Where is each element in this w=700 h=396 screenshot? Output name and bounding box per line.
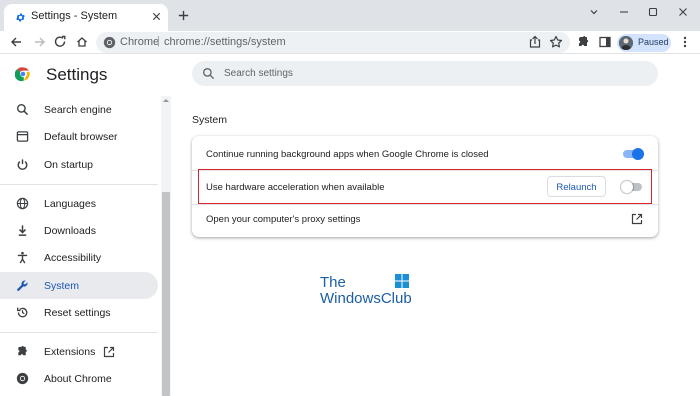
sidebar-item-search-engine[interactable]: Search engine xyxy=(0,96,158,123)
browser-toolbar: Chrome | chrome://settings/system Paused xyxy=(0,31,700,54)
profile-button[interactable]: Paused xyxy=(617,34,671,52)
sidebar-item-extensions[interactable]: Extensions xyxy=(0,338,158,365)
tab-strip: Settings - System xyxy=(0,0,700,31)
sidebar-item-label: Languages xyxy=(44,198,96,210)
back-icon[interactable] xyxy=(9,35,23,49)
sidebar-item-system[interactable]: System xyxy=(0,272,158,299)
sidebar-item-accessibility[interactable]: Accessibility xyxy=(0,244,158,271)
globe-icon xyxy=(16,197,29,210)
sidebar-item-default-browser[interactable]: Default browser xyxy=(0,123,158,150)
background-apps-toggle[interactable] xyxy=(622,148,644,160)
page-title: Settings xyxy=(46,65,108,84)
toggle-knob xyxy=(632,148,644,160)
extensions-icon[interactable] xyxy=(576,35,590,49)
sidebar-item-reset-settings[interactable]: Reset settings xyxy=(0,299,158,326)
url-text[interactable]: chrome://settings/system xyxy=(164,36,286,48)
sidebar-item-label: About Chrome xyxy=(44,373,112,385)
more-menu-icon[interactable] xyxy=(678,35,692,49)
sidebar-item-label: Extensions xyxy=(44,346,96,358)
accessibility-icon xyxy=(17,251,28,264)
settings-sidebar: Search engine Default browser On startup… xyxy=(0,96,172,396)
sidebar-item-label: On startup xyxy=(44,159,94,171)
reload-icon[interactable] xyxy=(53,35,67,49)
sidebar-item-label: System xyxy=(44,280,80,292)
close-window-icon[interactable] xyxy=(676,5,690,19)
avatar-photo-icon xyxy=(619,36,633,50)
sidebar-item-label: Accessibility xyxy=(44,252,102,264)
chrome-logo-icon xyxy=(15,67,30,82)
tab-settings[interactable]: Settings - System xyxy=(4,4,168,31)
sidebar-item-about-chrome[interactable]: About Chrome xyxy=(0,365,158,392)
url-separator: | xyxy=(157,35,160,47)
row-divider xyxy=(192,204,658,205)
maximize-icon[interactable] xyxy=(646,5,660,19)
sidebar-divider xyxy=(0,332,158,333)
chevron-down-icon[interactable] xyxy=(587,5,601,19)
watermark-line2: WindowsClub xyxy=(320,290,412,307)
site-label: Chrome xyxy=(120,36,160,48)
sidebar-item-on-startup[interactable]: On startup xyxy=(0,151,158,178)
sidebar-item-label: Default browser xyxy=(44,131,118,143)
external-link-icon[interactable] xyxy=(631,213,643,225)
minimize-icon[interactable] xyxy=(617,5,631,19)
highlight-box xyxy=(198,169,652,204)
watermark: The WindowsClub xyxy=(320,274,420,310)
profile-status: Paused xyxy=(638,37,669,47)
sidebar-item-languages[interactable]: Languages xyxy=(0,190,158,217)
search-icon xyxy=(16,103,29,116)
search-placeholder: Search settings xyxy=(224,68,293,79)
close-icon[interactable] xyxy=(150,10,163,23)
share-icon[interactable] xyxy=(528,35,542,49)
home-icon[interactable] xyxy=(75,35,89,49)
wrench-icon xyxy=(17,280,28,291)
scroll-up-arrow-icon[interactable] xyxy=(162,97,170,103)
sidebar-divider xyxy=(0,184,158,185)
power-icon xyxy=(17,159,28,170)
puzzle-icon xyxy=(18,345,27,356)
windows-logo-icon xyxy=(395,274,409,288)
bookmark-star-icon[interactable] xyxy=(549,35,563,49)
forward-icon[interactable] xyxy=(33,35,47,49)
tab-title: Settings - System xyxy=(31,10,118,22)
watermark-line1: The xyxy=(320,274,346,291)
sidebar-item-label: Reset settings xyxy=(44,307,111,319)
side-panel-icon[interactable] xyxy=(598,35,612,49)
proxy-settings-label[interactable]: Open your computer's proxy settings xyxy=(206,214,360,225)
sidebar-item-label: Downloads xyxy=(44,225,96,237)
new-tab-icon[interactable] xyxy=(177,9,190,22)
chrome-logo-icon xyxy=(16,372,29,385)
background-apps-label: Continue running background apps when Go… xyxy=(206,149,489,160)
download-icon xyxy=(18,225,27,236)
chrome-logo-icon xyxy=(103,36,116,49)
external-link-icon xyxy=(103,346,115,358)
gear-icon xyxy=(16,13,25,22)
sidebar-item-downloads[interactable]: Downloads xyxy=(0,217,158,244)
avatar xyxy=(619,36,633,50)
search-icon xyxy=(203,68,215,80)
address-bar[interactable]: Chrome | chrome://settings/system xyxy=(96,32,570,53)
sidebar-item-label: Search engine xyxy=(44,104,112,116)
search-settings-input[interactable]: Search settings xyxy=(192,61,658,86)
sidebar-scrollbar-thumb[interactable] xyxy=(162,192,170,396)
reset-icon xyxy=(17,307,28,318)
browser-icon xyxy=(16,131,29,142)
section-title: System xyxy=(192,114,228,126)
